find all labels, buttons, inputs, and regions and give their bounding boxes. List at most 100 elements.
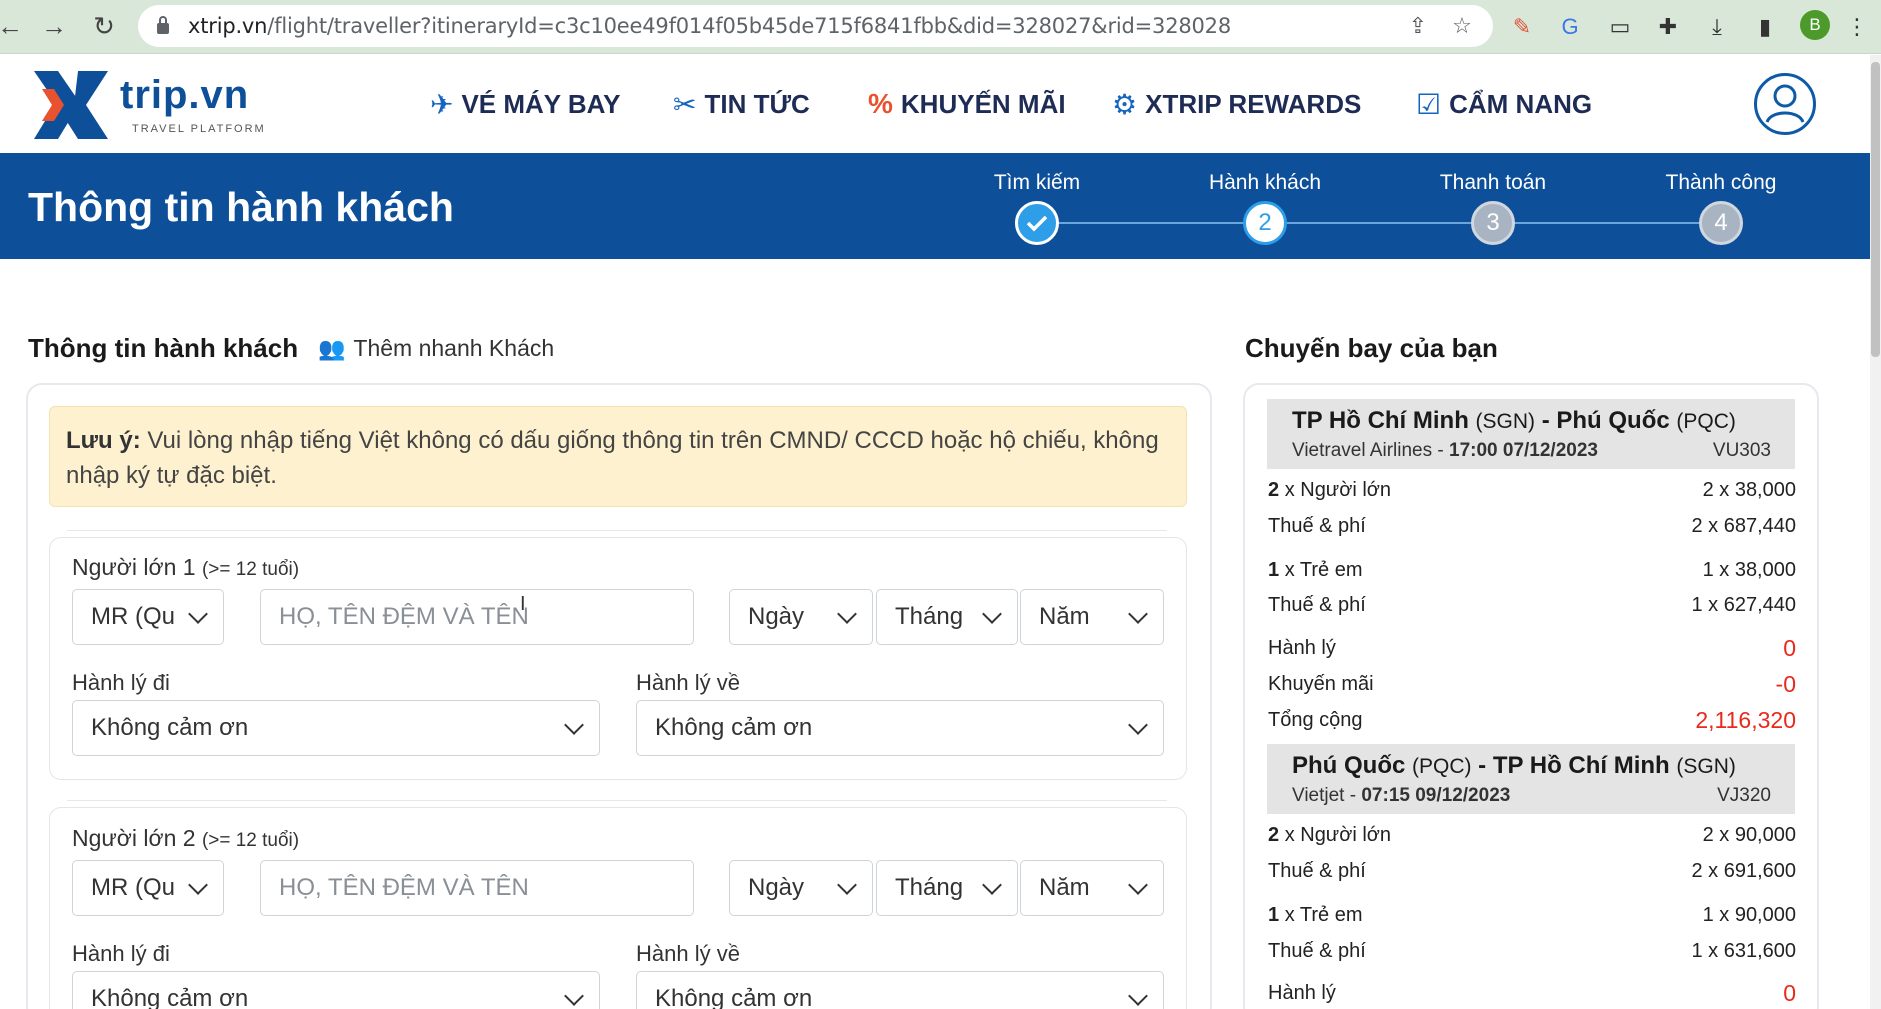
- title-select[interactable]: MR (Qu: [72, 860, 224, 916]
- outbound-flight-number: VU303: [1712, 440, 1771, 461]
- nav-ve-may-bay[interactable]: ✈ VÉ MÁY BAY: [430, 88, 620, 121]
- outbound-adult-price: 2 x 38,000: [1702, 479, 1796, 501]
- note-label: Lưu ý:: [66, 427, 141, 454]
- translate-icon[interactable]: G: [1553, 10, 1587, 44]
- step-label-success: Thành công: [1665, 171, 1777, 194]
- day-select[interactable]: Ngày: [729, 860, 873, 916]
- baggage-return-label: Hành lý về: [636, 941, 740, 966]
- outbound-adult-tax-label: Thuế & phí: [1268, 515, 1366, 537]
- outbound-total-value: 2,116,320: [1695, 707, 1796, 733]
- fullname-input[interactable]: HỌ, TÊN ĐỆM VÀ TÊN: [260, 589, 694, 645]
- url-text[interactable]: xtrip.vn/flight/traveller?itineraryId=c3…: [188, 14, 1231, 38]
- nav-label: KHUYẾN MÃI: [900, 88, 1066, 119]
- outbound-promo-label: Khuyến mãi: [1268, 673, 1374, 695]
- share-icon[interactable]: ⇪: [1404, 12, 1432, 40]
- baggage-return-select[interactable]: Không cảm ơn: [636, 971, 1164, 1009]
- nav-khuyen-mai[interactable]: % KHUYẾN MÃI: [868, 88, 1066, 120]
- chevron-down-icon: [837, 875, 857, 895]
- outbound-baggage-value: 0: [1783, 635, 1796, 661]
- page-banner: Thông tin hành khách Tìm kiếm Hành khách…: [0, 153, 1870, 259]
- text-cursor-icon: I: [520, 593, 526, 615]
- month-select[interactable]: Tháng: [876, 860, 1018, 916]
- profile-avatar[interactable]: B: [1800, 10, 1830, 40]
- scrollbar-thumb[interactable]: [1871, 62, 1880, 357]
- baggage-out-select[interactable]: Không cảm ơn: [72, 700, 600, 756]
- back-icon[interactable]: ←: [0, 8, 28, 44]
- chevron-down-icon: [564, 715, 584, 735]
- outbound-route: TP Hồ Chí Minh (SGN) - Phú Quốc (PQC): [1292, 407, 1736, 434]
- quick-add-label: Thêm nhanh Khách: [353, 335, 555, 361]
- chevron-down-icon: [982, 604, 1002, 624]
- nav-cam-nang[interactable]: ☑ CẨM NANG: [1416, 88, 1592, 121]
- site-header: trip.vn TRAVEL PLATFORM ✈ VÉ MÁY BAY ✂ T…: [0, 55, 1870, 153]
- nav-tin-tuc[interactable]: ✂ TIN TỨC: [673, 88, 810, 121]
- day-select[interactable]: Ngày: [729, 589, 873, 645]
- handshake-icon: ⚙: [1112, 89, 1138, 120]
- title-select[interactable]: MR (Qu: [72, 589, 224, 645]
- outbound-total-label: Tổng cộng: [1268, 709, 1363, 731]
- inbound-airline: Vietjet - 07:15 09/12/2023: [1292, 785, 1511, 806]
- page-title: Thông tin hành khách: [28, 184, 454, 230]
- inbound-adult-label: 2 x Người lớn: [1268, 824, 1391, 846]
- user-account-icon[interactable]: [1754, 73, 1816, 135]
- step-connector: [1265, 222, 1493, 224]
- form-section-title: Thông tin hành khách: [28, 333, 299, 363]
- user-glyph: [1765, 84, 1805, 123]
- outbound-promo-value: -0: [1775, 671, 1796, 697]
- inbound-child-price: 1 x 90,000: [1702, 904, 1796, 926]
- inbound-baggage-label: Hành lý: [1268, 982, 1336, 1004]
- chevron-down-icon: [188, 604, 208, 624]
- xtrip-logo[interactable]: trip.vn TRAVEL PLATFORM: [28, 65, 268, 145]
- download-icon[interactable]: ⤓: [1700, 10, 1734, 44]
- inbound-route: Phú Quốc (PQC) - TP Hồ Chí Minh (SGN): [1292, 752, 1736, 779]
- address-bar[interactable]: xtrip.vn/flight/traveller?itineraryId=c3…: [138, 5, 1493, 47]
- quick-add-button[interactable]: 👥 Thêm nhanh Khách: [318, 335, 554, 362]
- year-select[interactable]: Năm: [1020, 589, 1164, 645]
- chevron-down-icon: [564, 986, 584, 1006]
- baggage-out-label: Hành lý đi: [72, 941, 170, 966]
- inbound-child-tax-label: Thuế & phí: [1268, 940, 1366, 962]
- percent-icon: %: [868, 88, 893, 119]
- baggage-out-label: Hành lý đi: [72, 670, 170, 695]
- baggage-return-label: Hành lý về: [636, 670, 740, 695]
- inbound-flight-number: VJ320: [1717, 785, 1771, 806]
- outbound-header: TP Hồ Chí Minh (SGN) - Phú Quốc (PQC) Vi…: [1267, 399, 1795, 469]
- nav-label: VÉ MÁY BAY: [461, 89, 621, 119]
- extension-pen-icon[interactable]: ✎: [1505, 10, 1539, 44]
- year-select[interactable]: Năm: [1020, 860, 1164, 916]
- browser-toolbar: ← → ↻ xtrip.vn/flight/traveller?itinerar…: [0, 0, 1881, 54]
- step-connector: [1037, 222, 1265, 224]
- chevron-down-icon: [837, 604, 857, 624]
- month-select[interactable]: Tháng: [876, 589, 1018, 645]
- step-3-dot: 3: [1471, 201, 1515, 245]
- nav-xtrip-rewards[interactable]: ⚙ XTRIP REWARDS: [1112, 88, 1361, 121]
- baggage-return-select[interactable]: Không cảm ơn: [636, 700, 1164, 756]
- outbound-child-tax: 1 x 627,440: [1691, 594, 1796, 616]
- chevron-down-icon: [1128, 715, 1148, 735]
- summary-title: Chuyến bay của bạn: [1245, 333, 1498, 363]
- chevron-down-icon: [188, 875, 208, 895]
- news-icon: ✂: [673, 89, 697, 120]
- passenger-title: Người lớn 1 (>= 12 tuổi): [72, 554, 300, 580]
- step-connector: [1493, 222, 1721, 224]
- nav-label: XTRIP REWARDS: [1145, 89, 1362, 119]
- outbound-adult-tax: 2 x 687,440: [1691, 515, 1796, 537]
- baggage-out-select[interactable]: Không cảm ơn: [72, 971, 600, 1009]
- menu-kebab-icon[interactable]: ⋮: [1840, 10, 1874, 44]
- inbound-adult-tax-label: Thuế & phí: [1268, 860, 1366, 882]
- extension-card-icon[interactable]: ▭: [1603, 10, 1637, 44]
- bookmark-star-icon[interactable]: ☆: [1448, 12, 1476, 40]
- outbound-airline: Vietravel Airlines - 17:00 07/12/2023: [1292, 440, 1598, 461]
- forward-icon[interactable]: →: [36, 8, 72, 44]
- fullname-input[interactable]: HỌ, TÊN ĐỆM VÀ TÊN: [260, 860, 694, 916]
- passenger-title: Người lớn 2 (>= 12 tuổi): [72, 825, 300, 851]
- side-panel-icon[interactable]: ▮: [1748, 10, 1782, 44]
- outbound-child-price: 1 x 38,000: [1702, 559, 1796, 581]
- inbound-child-tax: 1 x 631,600: [1691, 940, 1796, 962]
- inbound-baggage-value: 0: [1783, 980, 1796, 1006]
- users-icon: 👥: [318, 335, 346, 361]
- chevron-down-icon: [982, 875, 1002, 895]
- reload-icon[interactable]: ↻: [86, 8, 122, 44]
- extensions-puzzle-icon[interactable]: ✚: [1651, 10, 1685, 44]
- outbound-child-label: 1 x Trẻ em: [1268, 559, 1363, 581]
